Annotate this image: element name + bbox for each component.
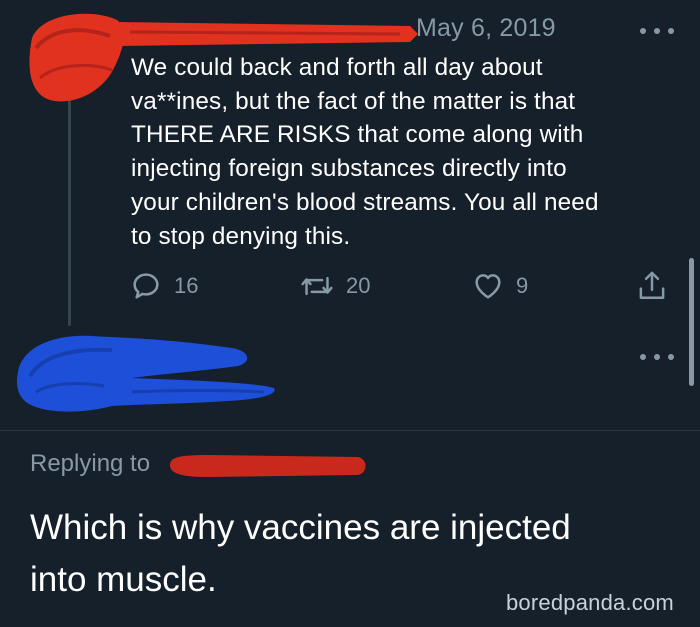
redacted-handle-scribble [170, 455, 366, 477]
tweet-body-line: your children's blood streams. You all n… [131, 188, 599, 216]
tweet-thread-screenshot: May 6, 2019 We could back and forth all … [0, 0, 700, 627]
tweet-body-line: injecting foreign substances directly in… [131, 155, 567, 183]
reply-button[interactable]: 16 [130, 266, 198, 306]
like-button[interactable]: 9 [472, 266, 528, 306]
reply-count: 16 [174, 273, 199, 298]
more-horizontal-icon[interactable] [640, 24, 674, 38]
tweet-body-line: THERE ARE RISKS that come along with [131, 121, 584, 149]
retweet-button[interactable]: 20 [300, 266, 370, 306]
retweet-icon [301, 276, 333, 296]
watermark: boredpanda.com [506, 590, 674, 615]
retweet-count: 20 [346, 273, 371, 298]
more-horizontal-icon[interactable] [640, 350, 674, 364]
reply-icon [133, 273, 159, 299]
tweet-body-line: We could back and forth all day about [131, 54, 543, 81]
heart-icon [475, 274, 501, 299]
share-button[interactable] [636, 266, 668, 306]
tweet-action-bar: 16 20 9 [0, 266, 700, 306]
redacted-avatar-scribble [29, 13, 124, 102]
tweet-body-line: to stop denying this. [131, 222, 351, 250]
reply-tweet-line: Which is why vaccines are injected [30, 508, 571, 547]
divider [0, 430, 700, 431]
replying-to-label: Replying to [30, 450, 151, 477]
like-count: 9 [516, 273, 529, 298]
redacted-avatar-and-name-scribble [16, 335, 275, 412]
tweet-body-line: va**ines, but the fact of the matter is … [131, 87, 576, 115]
tweet-body: We could back and forth all day about va… [131, 51, 671, 253]
redacted-username-scribble [120, 22, 418, 46]
scrollbar[interactable] [689, 258, 694, 386]
share-icon [639, 271, 665, 300]
tweet-date[interactable]: May 6, 2019 [416, 14, 556, 43]
